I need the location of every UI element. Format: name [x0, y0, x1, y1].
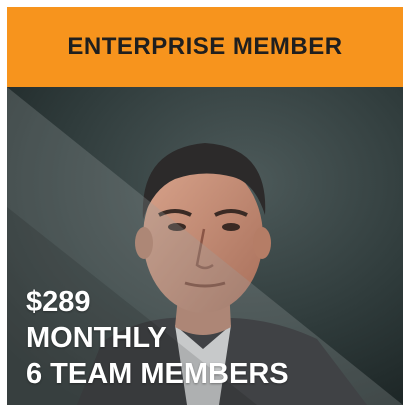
pricing-info: $289 MONTHLY 6 TEAM MEMBERS — [26, 284, 289, 392]
team-size: 6 TEAM MEMBERS — [26, 358, 289, 390]
enterprise-member-card[interactable]: ENTERPRISE MEMBER $289 MONTHLY 6 TEAM ME… — [7, 7, 403, 405]
card-header: ENTERPRISE MEMBER — [7, 7, 403, 87]
plan-title: ENTERPRISE MEMBER — [67, 33, 343, 60]
price-amount: $289 — [26, 286, 91, 318]
billing-period: MONTHLY — [26, 322, 167, 354]
